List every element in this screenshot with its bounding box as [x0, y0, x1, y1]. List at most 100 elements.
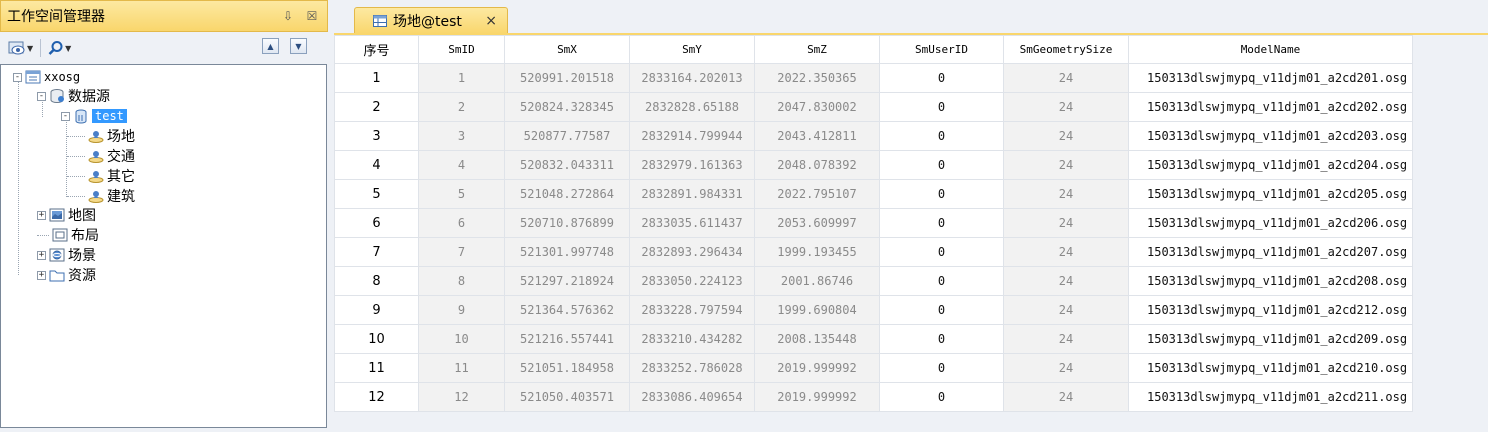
- smx-cell[interactable]: 521216.557441: [504, 324, 630, 354]
- smuserid-cell[interactable]: 0: [879, 179, 1004, 209]
- smuserid-cell[interactable]: 0: [879, 382, 1004, 412]
- smuserid-cell[interactable]: 0: [879, 208, 1004, 238]
- smuserid-cell[interactable]: 0: [879, 92, 1004, 122]
- table-row[interactable]: 4 4 520832.043311 2832979.161363 2048.078392…: [334, 150, 1413, 180]
- column-header[interactable]: 序号: [334, 35, 419, 64]
- row-number-cell[interactable]: 3: [334, 121, 419, 151]
- search-button[interactable]: ▼: [46, 37, 73, 59]
- smuserid-cell[interactable]: 0: [879, 353, 1004, 383]
- smy-cell[interactable]: 2832914.799944: [629, 121, 755, 151]
- smgeometrysize-cell[interactable]: 24: [1003, 150, 1129, 180]
- smx-cell[interactable]: 520877.77587: [504, 121, 630, 151]
- smid-cell[interactable]: 5: [418, 179, 505, 209]
- smid-cell[interactable]: 11: [418, 353, 505, 383]
- row-number-cell[interactable]: 7: [334, 237, 419, 267]
- smgeometrysize-cell[interactable]: 24: [1003, 353, 1129, 383]
- column-header[interactable]: SmID: [418, 35, 505, 64]
- column-header[interactable]: SmUserID: [879, 35, 1004, 64]
- table-row[interactable]: 11 11 521051.184958 2833252.786028 2019.9999…: [334, 353, 1413, 383]
- smid-cell[interactable]: 1: [418, 63, 505, 93]
- tree-node-dataset[interactable]: 场地: [67, 126, 135, 146]
- smz-cell[interactable]: 1999.690804: [754, 295, 880, 325]
- smid-cell[interactable]: 3: [418, 121, 505, 151]
- table-row[interactable]: 9 9 521364.576362 2833228.797594 1999.690804…: [334, 295, 1413, 325]
- smy-cell[interactable]: 2832979.161363: [629, 150, 755, 180]
- move-up-button[interactable]: ▲: [262, 38, 279, 54]
- smy-cell[interactable]: 2833035.611437: [629, 208, 755, 238]
- pin-icon[interactable]: ⇩: [279, 7, 297, 25]
- smz-cell[interactable]: 2048.078392: [754, 150, 880, 180]
- smx-cell[interactable]: 520991.201518: [504, 63, 630, 93]
- smgeometrysize-cell[interactable]: 24: [1003, 237, 1129, 267]
- tree-node-datasource-test[interactable]: - test: [61, 106, 127, 126]
- smuserid-cell[interactable]: 0: [879, 237, 1004, 267]
- tree-node-workspace[interactable]: - xxosg: [13, 67, 80, 87]
- smy-cell[interactable]: 2833086.409654: [629, 382, 755, 412]
- smuserid-cell[interactable]: 0: [879, 63, 1004, 93]
- column-header[interactable]: SmY: [629, 35, 755, 64]
- smy-cell[interactable]: 2832891.984331: [629, 179, 755, 209]
- close-panel-icon[interactable]: ☒: [303, 7, 321, 25]
- smx-cell[interactable]: 521050.403571: [504, 382, 630, 412]
- modelname-cell[interactable]: 150313dlswjmypq_v11djm01_a2cd204.osg: [1128, 150, 1413, 180]
- smx-cell[interactable]: 520710.876899: [504, 208, 630, 238]
- smuserid-cell[interactable]: 0: [879, 266, 1004, 296]
- smz-cell[interactable]: 1999.193455: [754, 237, 880, 267]
- smx-cell[interactable]: 521364.576362: [504, 295, 630, 325]
- smy-cell[interactable]: 2832828.65188: [629, 92, 755, 122]
- smuserid-cell[interactable]: 0: [879, 121, 1004, 151]
- smz-cell[interactable]: 2053.609997: [754, 208, 880, 238]
- smx-cell[interactable]: 521297.218924: [504, 266, 630, 296]
- modelname-cell[interactable]: 150313dlswjmypq_v11djm01_a2cd206.osg: [1128, 208, 1413, 238]
- smid-cell[interactable]: 9: [418, 295, 505, 325]
- smgeometrysize-cell[interactable]: 24: [1003, 208, 1129, 238]
- table-row[interactable]: 8 8 521297.218924 2833050.224123 2001.86746 0…: [334, 266, 1413, 296]
- modelname-cell[interactable]: 150313dlswjmypq_v11djm01_a2cd203.osg: [1128, 121, 1413, 151]
- modelname-cell[interactable]: 150313dlswjmypq_v11djm01_a2cd209.osg: [1128, 324, 1413, 354]
- modelname-cell[interactable]: 150313dlswjmypq_v11djm01_a2cd212.osg: [1128, 295, 1413, 325]
- row-number-cell[interactable]: 9: [334, 295, 419, 325]
- move-down-button[interactable]: ▼: [290, 38, 307, 54]
- smz-cell[interactable]: 2043.412811: [754, 121, 880, 151]
- collapse-toggle[interactable]: -: [13, 72, 22, 82]
- table-row[interactable]: 7 7 521301.997748 2832893.296434 1999.193455…: [334, 237, 1413, 267]
- smgeometrysize-cell[interactable]: 24: [1003, 295, 1129, 325]
- smgeometrysize-cell[interactable]: 24: [1003, 179, 1129, 209]
- smid-cell[interactable]: 12: [418, 382, 505, 412]
- row-number-cell[interactable]: 1: [334, 63, 419, 93]
- table-row[interactable]: 10 10 521216.557441 2833210.434282 2008.1354…: [334, 324, 1413, 354]
- modelname-cell[interactable]: 150313dlswjmypq_v11djm01_a2cd208.osg: [1128, 266, 1413, 296]
- smgeometrysize-cell[interactable]: 24: [1003, 63, 1129, 93]
- smx-cell[interactable]: 521301.997748: [504, 237, 630, 267]
- smx-cell[interactable]: 521048.272864: [504, 179, 630, 209]
- row-number-cell[interactable]: 4: [334, 150, 419, 180]
- smy-cell[interactable]: 2833050.224123: [629, 266, 755, 296]
- smid-cell[interactable]: 4: [418, 150, 505, 180]
- smuserid-cell[interactable]: 0: [879, 324, 1004, 354]
- row-number-cell[interactable]: 12: [334, 382, 419, 412]
- smz-cell[interactable]: 2001.86746: [754, 266, 880, 296]
- tree-node-dataset[interactable]: 其它: [67, 166, 135, 186]
- modelname-cell[interactable]: 150313dlswjmypq_v11djm01_a2cd211.osg: [1128, 382, 1413, 412]
- modelname-cell[interactable]: 150313dlswjmypq_v11djm01_a2cd205.osg: [1128, 179, 1413, 209]
- row-number-cell[interactable]: 2: [334, 92, 419, 122]
- smz-cell[interactable]: 2022.795107: [754, 179, 880, 209]
- smgeometrysize-cell[interactable]: 24: [1003, 324, 1129, 354]
- tree-node-maps[interactable]: + 地图: [37, 205, 96, 225]
- table-row[interactable]: 12 12 521050.403571 2833086.409654 2019.9999…: [334, 382, 1413, 412]
- table-row[interactable]: 5 5 521048.272864 2832891.984331 2022.795107…: [334, 179, 1413, 209]
- modelname-cell[interactable]: 150313dlswjmypq_v11djm01_a2cd201.osg: [1128, 63, 1413, 93]
- smz-cell[interactable]: 2022.350365: [754, 63, 880, 93]
- expand-toggle[interactable]: +: [37, 250, 46, 260]
- tree-node-dataset[interactable]: 交通: [67, 146, 135, 166]
- table-row[interactable]: 1 1 520991.201518 2833164.202013 2022.350365…: [334, 63, 1413, 93]
- tree-node-layouts[interactable]: 布局: [37, 225, 99, 245]
- smy-cell[interactable]: 2833252.786028: [629, 353, 755, 383]
- smuserid-cell[interactable]: 0: [879, 295, 1004, 325]
- modelname-cell[interactable]: 150313dlswjmypq_v11djm01_a2cd202.osg: [1128, 92, 1413, 122]
- table-row[interactable]: 6 6 520710.876899 2833035.611437 2053.609997…: [334, 208, 1413, 238]
- row-number-cell[interactable]: 10: [334, 324, 419, 354]
- smid-cell[interactable]: 2: [418, 92, 505, 122]
- modelname-cell[interactable]: 150313dlswjmypq_v11djm01_a2cd207.osg: [1128, 237, 1413, 267]
- expand-toggle[interactable]: +: [37, 210, 46, 220]
